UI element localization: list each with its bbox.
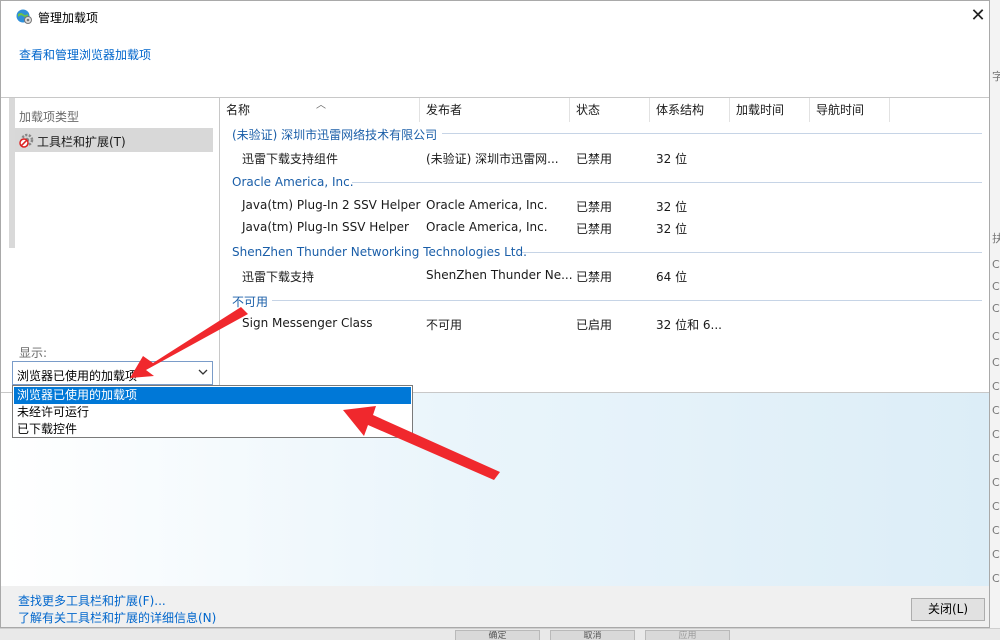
group-divider	[352, 182, 982, 183]
column-header-label: 发布者	[426, 103, 463, 117]
type-item-label: 工具栏和扩展(T)	[37, 135, 126, 149]
column-header-label: 加载时间	[736, 103, 785, 117]
bg-glyph: C	[992, 280, 1000, 293]
addon-publisher: (未验证) 深圳市迅雷网...	[426, 152, 559, 166]
addon-status: 已禁用	[576, 270, 613, 284]
addon-publisher: Oracle America, Inc.	[426, 198, 548, 212]
show-filter-dropdown: 浏览器已使用的加载项 未经许可运行 已下载控件	[12, 385, 413, 438]
type-item-toolbars-extensions[interactable]: 工具栏和扩展(T)	[15, 128, 213, 152]
addon-types-pane: 加载项类型 工具栏和扩展(T) 显示:	[9, 98, 219, 392]
group-header: Oracle America, Inc.	[232, 175, 354, 189]
select-value: 浏览器已使用的加载项	[17, 369, 138, 383]
addon-types-label: 加载项类型	[19, 110, 80, 124]
window-title: 管理加载项	[38, 11, 99, 25]
bg-glyph: C	[992, 524, 1000, 537]
option-run-without-permission[interactable]: 未经许可运行	[14, 404, 411, 421]
bg-glyph: C	[992, 404, 1000, 417]
find-more-extensions-link[interactable]: 查找更多工具栏和扩展(F)...	[18, 592, 166, 609]
addon-status: 已禁用	[576, 222, 613, 236]
bg-glyph: C	[992, 548, 1000, 561]
addon-architecture: 32 位	[656, 200, 688, 214]
option-used-by-browser[interactable]: 浏览器已使用的加载项	[14, 387, 411, 404]
gear-disabled-icon	[19, 133, 34, 148]
group-divider	[272, 300, 982, 301]
learn-more-extensions-link[interactable]: 了解有关工具栏和扩展的详细信息(N)	[18, 609, 216, 626]
addon-name: Sign Messenger Class	[242, 316, 373, 330]
group-header: ShenZhen Thunder Networking Technologies…	[232, 245, 527, 259]
bg-cancel-button: 取消	[550, 630, 635, 640]
bg-glyph: C	[992, 476, 1000, 489]
addon-publisher: 不可用	[426, 318, 463, 332]
bg-glyph: C	[992, 428, 1000, 441]
bg-glyph: C	[992, 452, 1000, 465]
ie-globe-icon	[16, 9, 32, 24]
manage-addons-link[interactable]: 查看和管理浏览器加载项	[19, 46, 151, 63]
manage-addons-dialog: 管理加载项 ✕ 查看和管理浏览器加载项 加载项类型 工具栏和扩展(T) 显示: …	[0, 0, 990, 628]
column-header-navigation-time[interactable]: 导航时间	[810, 98, 890, 122]
bg-glyph: C	[992, 500, 1000, 513]
addon-publisher: ShenZhen Thunder Ne...	[426, 268, 573, 282]
column-header-architecture[interactable]: 体系结构	[650, 98, 730, 122]
addon-status: 已禁用	[576, 152, 613, 166]
group-header: 不可用	[232, 295, 269, 309]
addon-name: 迅雷下载支持	[242, 270, 315, 284]
show-filter-select[interactable]: 浏览器已使用的加载项	[12, 361, 213, 385]
bg-glyph: 扶	[992, 232, 1000, 245]
addon-architecture: 64 位	[656, 270, 688, 284]
group-divider	[522, 252, 982, 253]
bg-glyph: C	[992, 302, 1000, 315]
bg-glyph: C	[992, 572, 1000, 585]
addon-architecture: 32 位和 6...	[656, 318, 722, 332]
addon-name: Java(tm) Plug-In SSV Helper	[242, 220, 409, 234]
bg-glyph: C	[992, 258, 1000, 271]
column-header-label: 导航时间	[816, 103, 865, 117]
option-downloaded-controls[interactable]: 已下载控件	[14, 421, 411, 438]
addon-status: 已禁用	[576, 200, 613, 214]
bg-glyph: C	[992, 356, 1000, 369]
addon-architecture: 32 位	[656, 222, 688, 236]
group-header: (未验证) 深圳市迅雷网络技术有限公司	[232, 128, 438, 142]
addons-list: ︿ 名称 发布者 状态 体系结构 加载时间 导航时间 (未验证) 深圳市迅雷网络…	[220, 98, 989, 392]
close-icon[interactable]: ✕	[967, 5, 989, 27]
sort-ascending-icon: ︿	[316, 100, 326, 111]
left-scrollbar[interactable]	[9, 98, 15, 248]
column-header-publisher[interactable]: 发布者	[420, 98, 570, 122]
bg-ok-button: 确定	[455, 630, 540, 640]
column-header-load-time[interactable]: 加载时间	[730, 98, 810, 122]
bg-apply-button: 应用	[645, 630, 730, 640]
addon-publisher: Oracle America, Inc.	[426, 220, 548, 234]
column-header-label: 状态	[576, 103, 601, 117]
column-header-label: 名称	[226, 103, 251, 117]
footer: 查找更多工具栏和扩展(F)... 了解有关工具栏和扩展的详细信息(N) 关闭(L…	[1, 586, 989, 627]
bg-glyph: C	[992, 380, 1000, 393]
close-button[interactable]: 关闭(L)	[911, 598, 985, 621]
title-bar: 管理加载项 ✕	[1, 1, 989, 33]
show-label: 显示:	[19, 346, 48, 360]
column-header-status[interactable]: 状态	[570, 98, 650, 122]
bg-glyph: C	[992, 330, 1000, 343]
bg-glyph: 字	[992, 70, 1000, 83]
chevron-down-icon	[198, 369, 208, 375]
addon-name: Java(tm) Plug-In 2 SSV Helper	[242, 198, 421, 212]
group-divider	[442, 133, 982, 134]
addon-status: 已启用	[576, 318, 613, 332]
addon-architecture: 32 位	[656, 152, 688, 166]
background-window-bottom: 确定 取消 应用	[0, 628, 1000, 640]
column-header-name[interactable]: ︿ 名称	[220, 98, 420, 122]
column-header-label: 体系结构	[656, 103, 705, 117]
addon-name: 迅雷下载支持组件	[242, 152, 339, 166]
